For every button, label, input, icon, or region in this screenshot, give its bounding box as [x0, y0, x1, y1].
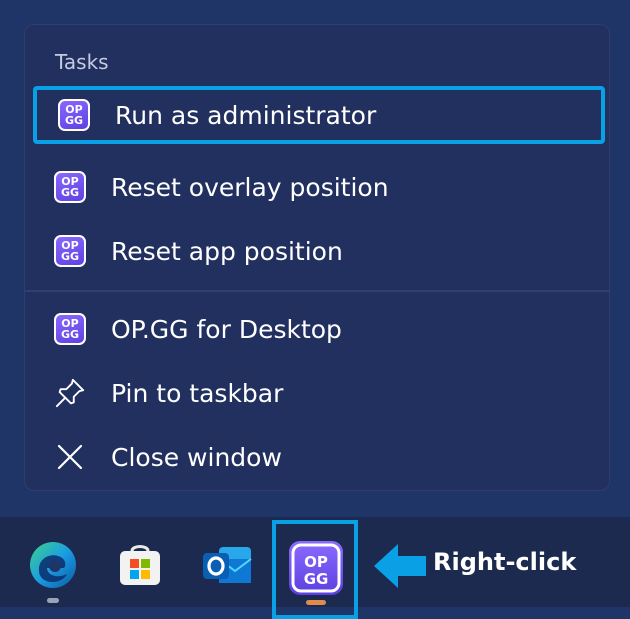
menu-item-label: Pin to taskbar [111, 378, 284, 408]
opgg-icon: OP GG [54, 235, 86, 267]
menu-item-label: Close window [111, 442, 282, 472]
menu-item-reset-app-position[interactable]: OP GG Reset app position [33, 222, 605, 280]
menu-item-reset-overlay-position[interactable]: OP GG Reset overlay position [33, 158, 605, 216]
opgg-running-indicator [306, 600, 326, 605]
menu-item-label: Reset app position [111, 236, 343, 266]
menu-item-run-as-administrator[interactable]: OP GG Run as administrator [33, 86, 605, 144]
menu-item-label: Run as administrator [115, 100, 377, 130]
taskbar: OP GG Right-click [0, 517, 630, 619]
menu-item-opgg-for-desktop[interactable]: OP GG OP.GG for Desktop [33, 300, 605, 358]
menu-item-label: Reset overlay position [111, 172, 389, 202]
store-icon[interactable] [114, 539, 166, 591]
opgg-icon: OP GG [54, 313, 86, 345]
outlook-icon[interactable] [199, 539, 252, 591]
menu-divider [25, 290, 609, 292]
edge-icon[interactable] [27, 539, 79, 591]
opgg-icon[interactable]: OP GG [279, 529, 353, 603]
jump-list-menu: Tasks OP GG Run as administrator OP GG Res… [24, 24, 610, 491]
arrow-left-icon [372, 542, 428, 590]
svg-text:OP: OP [304, 553, 328, 571]
right-click-callout: Right-click [433, 548, 577, 576]
pin-icon [54, 377, 86, 409]
edge-running-indicator [47, 598, 59, 603]
menu-item-pin-to-taskbar[interactable]: Pin to taskbar [33, 364, 605, 422]
opgg-icon: OP GG [58, 99, 90, 131]
menu-item-close-window[interactable]: Close window [33, 428, 605, 486]
tasks-section-label: Tasks [55, 50, 109, 74]
opgg-icon: OP GG [54, 171, 86, 203]
close-icon [54, 441, 86, 473]
menu-item-label: OP.GG for Desktop [111, 314, 342, 344]
svg-text:GG: GG [304, 570, 329, 588]
